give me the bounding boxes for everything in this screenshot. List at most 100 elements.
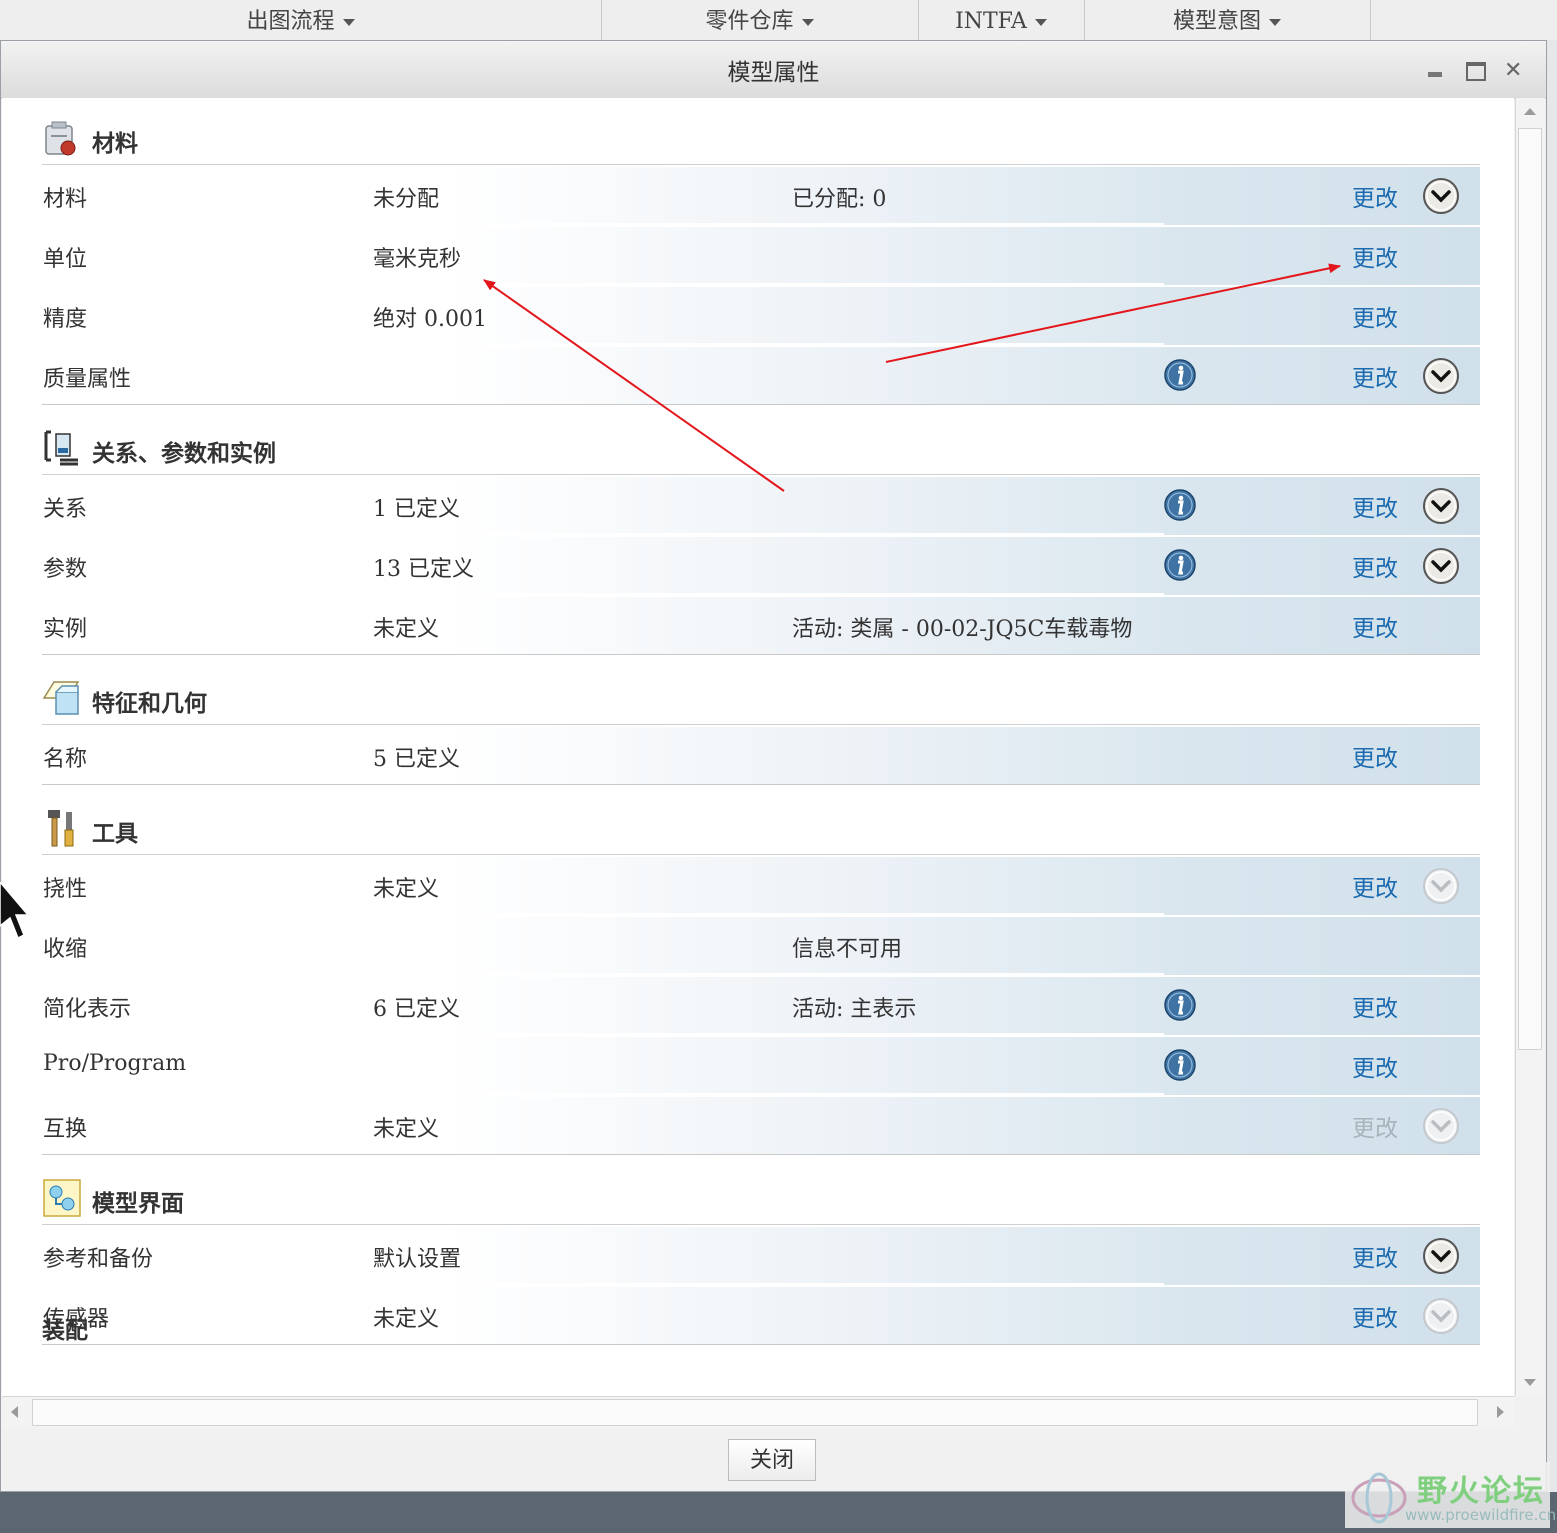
info-icon[interactable]	[1164, 489, 1196, 521]
property-label: 质量属性	[43, 367, 132, 392]
expand-button[interactable]	[1422, 547, 1460, 585]
menu-chutu[interactable]: 出图流程	[0, 0, 602, 40]
row-background	[42, 977, 1480, 1035]
properties-content: 材料 材料 未分配 已分配: 0 更改 单位 毫米克秒 更改 精度 绝对 0.001 更改 质量属性更…	[2, 98, 1514, 1396]
watermark-logo-icon	[1351, 1472, 1407, 1524]
expand-button[interactable]	[1422, 357, 1460, 395]
section-header: 工具	[42, 788, 1480, 855]
info-icon[interactable]	[1164, 359, 1196, 391]
tools-icon	[42, 808, 82, 848]
menu-intfa[interactable]: INTFA	[918, 0, 1085, 40]
maximize-icon[interactable]	[1464, 59, 1488, 83]
property-row: 传感器 未定义 更改	[42, 1285, 1480, 1345]
dialog-title: 模型属性	[727, 60, 820, 86]
material-icon	[45, 121, 76, 156]
property-label: 挠性	[43, 877, 88, 902]
close-icon[interactable]: ✕	[1504, 59, 1528, 83]
info-icon[interactable]	[1164, 989, 1196, 1021]
top-menu-bar: 出图流程 零件仓库 INTFA 模型意图	[0, 0, 1557, 40]
property-row: 简化表示 6 已定义 活动: 主表示 更改	[42, 975, 1480, 1035]
horizontal-scrollbar[interactable]	[2, 1396, 1514, 1429]
property-label: 收缩	[43, 937, 88, 962]
dropdown-caret-icon	[342, 18, 355, 26]
info-icon[interactable]	[1164, 549, 1196, 581]
section-title: 材料	[92, 131, 138, 157]
section-header: 关系、参数和实例	[42, 408, 1480, 475]
chevron-down-icon	[1423, 1298, 1459, 1334]
info-icon	[1164, 359, 1196, 391]
relations-icon	[44, 430, 78, 466]
property-row: 质量属性 更改	[42, 345, 1480, 405]
property-label: 单位	[43, 247, 88, 272]
property-row: 参考和备份 默认设置 更改	[42, 1225, 1480, 1285]
info-icon	[1164, 1049, 1196, 1081]
expand-button[interactable]	[1422, 487, 1460, 525]
scrollbar-thumb[interactable]	[1518, 128, 1542, 1050]
change-link[interactable]: 更改	[1352, 1299, 1398, 1333]
scroll-down-icon[interactable]	[1516, 1368, 1545, 1396]
close-button[interactable]: 关闭	[728, 1439, 816, 1481]
property-status: 活动: 主表示	[792, 997, 917, 1022]
row-background	[42, 1287, 1480, 1345]
mouse-cursor-icon	[0, 882, 30, 940]
property-label: 参考和备份	[43, 1247, 154, 1272]
minimize-icon[interactable]	[1424, 59, 1448, 83]
section-header: 材料	[42, 98, 1480, 165]
property-row: 实例 未定义 活动: 类属 - 00-02-JQ5C车载毒物 更改	[42, 595, 1480, 655]
property-row: 互换 未定义 更改	[42, 1095, 1480, 1155]
change-link: 更改	[1352, 1116, 1398, 1142]
property-status: 信息不可用	[792, 937, 903, 962]
property-row: 名称 5 已定义 更改	[42, 725, 1480, 785]
info-icon	[1164, 989, 1196, 1021]
menu-parts-library[interactable]: 零件仓库	[601, 0, 919, 40]
change-link[interactable]: 更改	[1352, 299, 1398, 333]
change-link[interactable]: 更改	[1352, 739, 1398, 773]
info-icon	[1164, 489, 1196, 521]
change-link[interactable]: 更改	[1352, 489, 1398, 523]
dialog-titlebar[interactable]: 模型属性 ✕	[1, 41, 1546, 99]
change-link[interactable]: 更改	[1352, 989, 1398, 1023]
property-value: 1 已定义	[373, 497, 460, 522]
property-label: 实例	[43, 617, 88, 642]
row-background	[42, 1097, 1480, 1155]
property-row: 材料 未分配 已分配: 0 更改	[42, 165, 1480, 225]
property-value: 未定义	[373, 1307, 440, 1332]
row-background	[42, 347, 1480, 405]
menu-label: 出图流程	[246, 9, 335, 34]
change-link[interactable]: 更改	[1352, 239, 1398, 273]
menu-label: INTFA	[955, 9, 1027, 34]
model-properties-dialog: 模型属性 ✕ 材料 材料 未分配 已分配: 0 更改 单位 毫米克秒 更改 精度 绝对 0.001…	[0, 40, 1547, 1492]
expand-button[interactable]	[1422, 177, 1460, 215]
change-link[interactable]: 更改	[1352, 1049, 1398, 1083]
dropdown-caret-icon	[1034, 18, 1047, 26]
property-row: 挠性 未定义 更改	[42, 855, 1480, 915]
row-background	[42, 537, 1480, 595]
row-separator	[42, 1154, 1480, 1155]
change-link[interactable]: 更改	[1352, 1239, 1398, 1273]
scrollbar-thumb[interactable]	[32, 1399, 1478, 1426]
info-icon[interactable]	[1164, 1049, 1196, 1081]
expand-button[interactable]	[1422, 1237, 1460, 1275]
change-link[interactable]: 更改	[1352, 609, 1398, 643]
menu-model-intent[interactable]: 模型意图	[1084, 0, 1371, 40]
chevron-down-icon	[1423, 358, 1459, 394]
change-link[interactable]: 更改	[1352, 179, 1398, 213]
watermark-text: 野火论坛	[1417, 1474, 1545, 1509]
scroll-left-icon[interactable]	[2, 1397, 30, 1428]
model-interface-icon	[43, 1179, 81, 1217]
menu-label: 模型意图	[1172, 9, 1261, 34]
property-value: 6 已定义	[373, 997, 460, 1022]
row-separator	[42, 404, 1480, 405]
scroll-up-icon[interactable]	[1516, 98, 1545, 126]
row-background	[42, 1227, 1480, 1285]
change-link[interactable]: 更改	[1352, 359, 1398, 393]
change-link[interactable]: 更改	[1352, 869, 1398, 903]
change-link[interactable]: 更改	[1352, 549, 1398, 583]
property-value: 未分配	[373, 187, 440, 212]
vertical-scrollbar[interactable]	[1515, 98, 1545, 1396]
property-row: 精度 绝对 0.001 更改	[42, 285, 1480, 345]
property-value: 默认设置	[373, 1247, 462, 1272]
info-icon	[1164, 549, 1196, 581]
scroll-right-icon[interactable]	[1486, 1397, 1514, 1428]
section-header: 模型界面	[42, 1158, 1480, 1225]
